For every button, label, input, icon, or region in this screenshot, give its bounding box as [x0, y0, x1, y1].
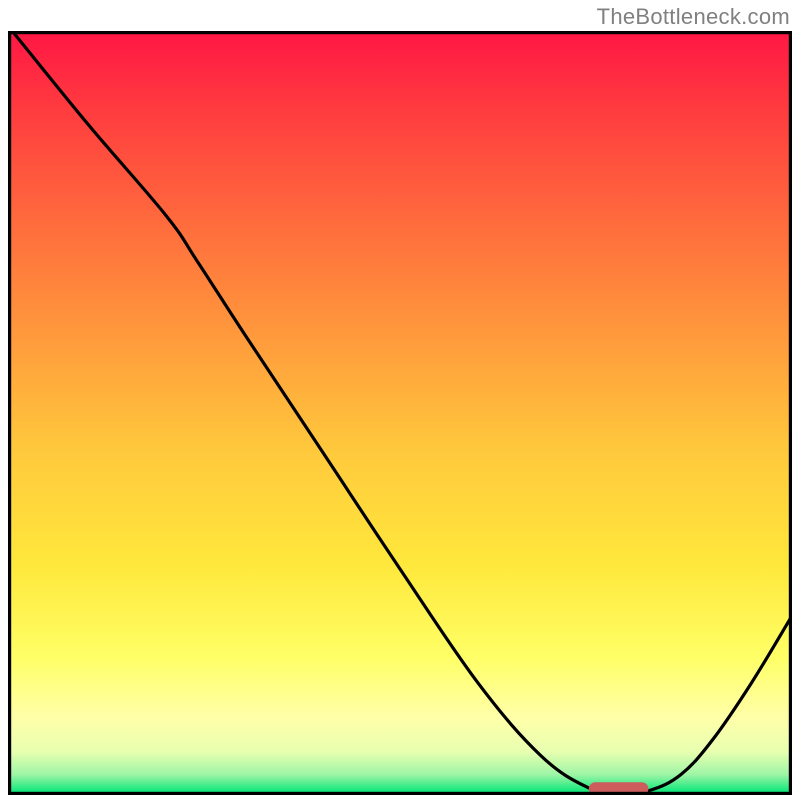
chart-background: [10, 33, 791, 794]
chart-frame: [8, 31, 792, 795]
chart-svg: [8, 31, 792, 795]
watermark-text: TheBottleneck.com: [597, 4, 790, 30]
